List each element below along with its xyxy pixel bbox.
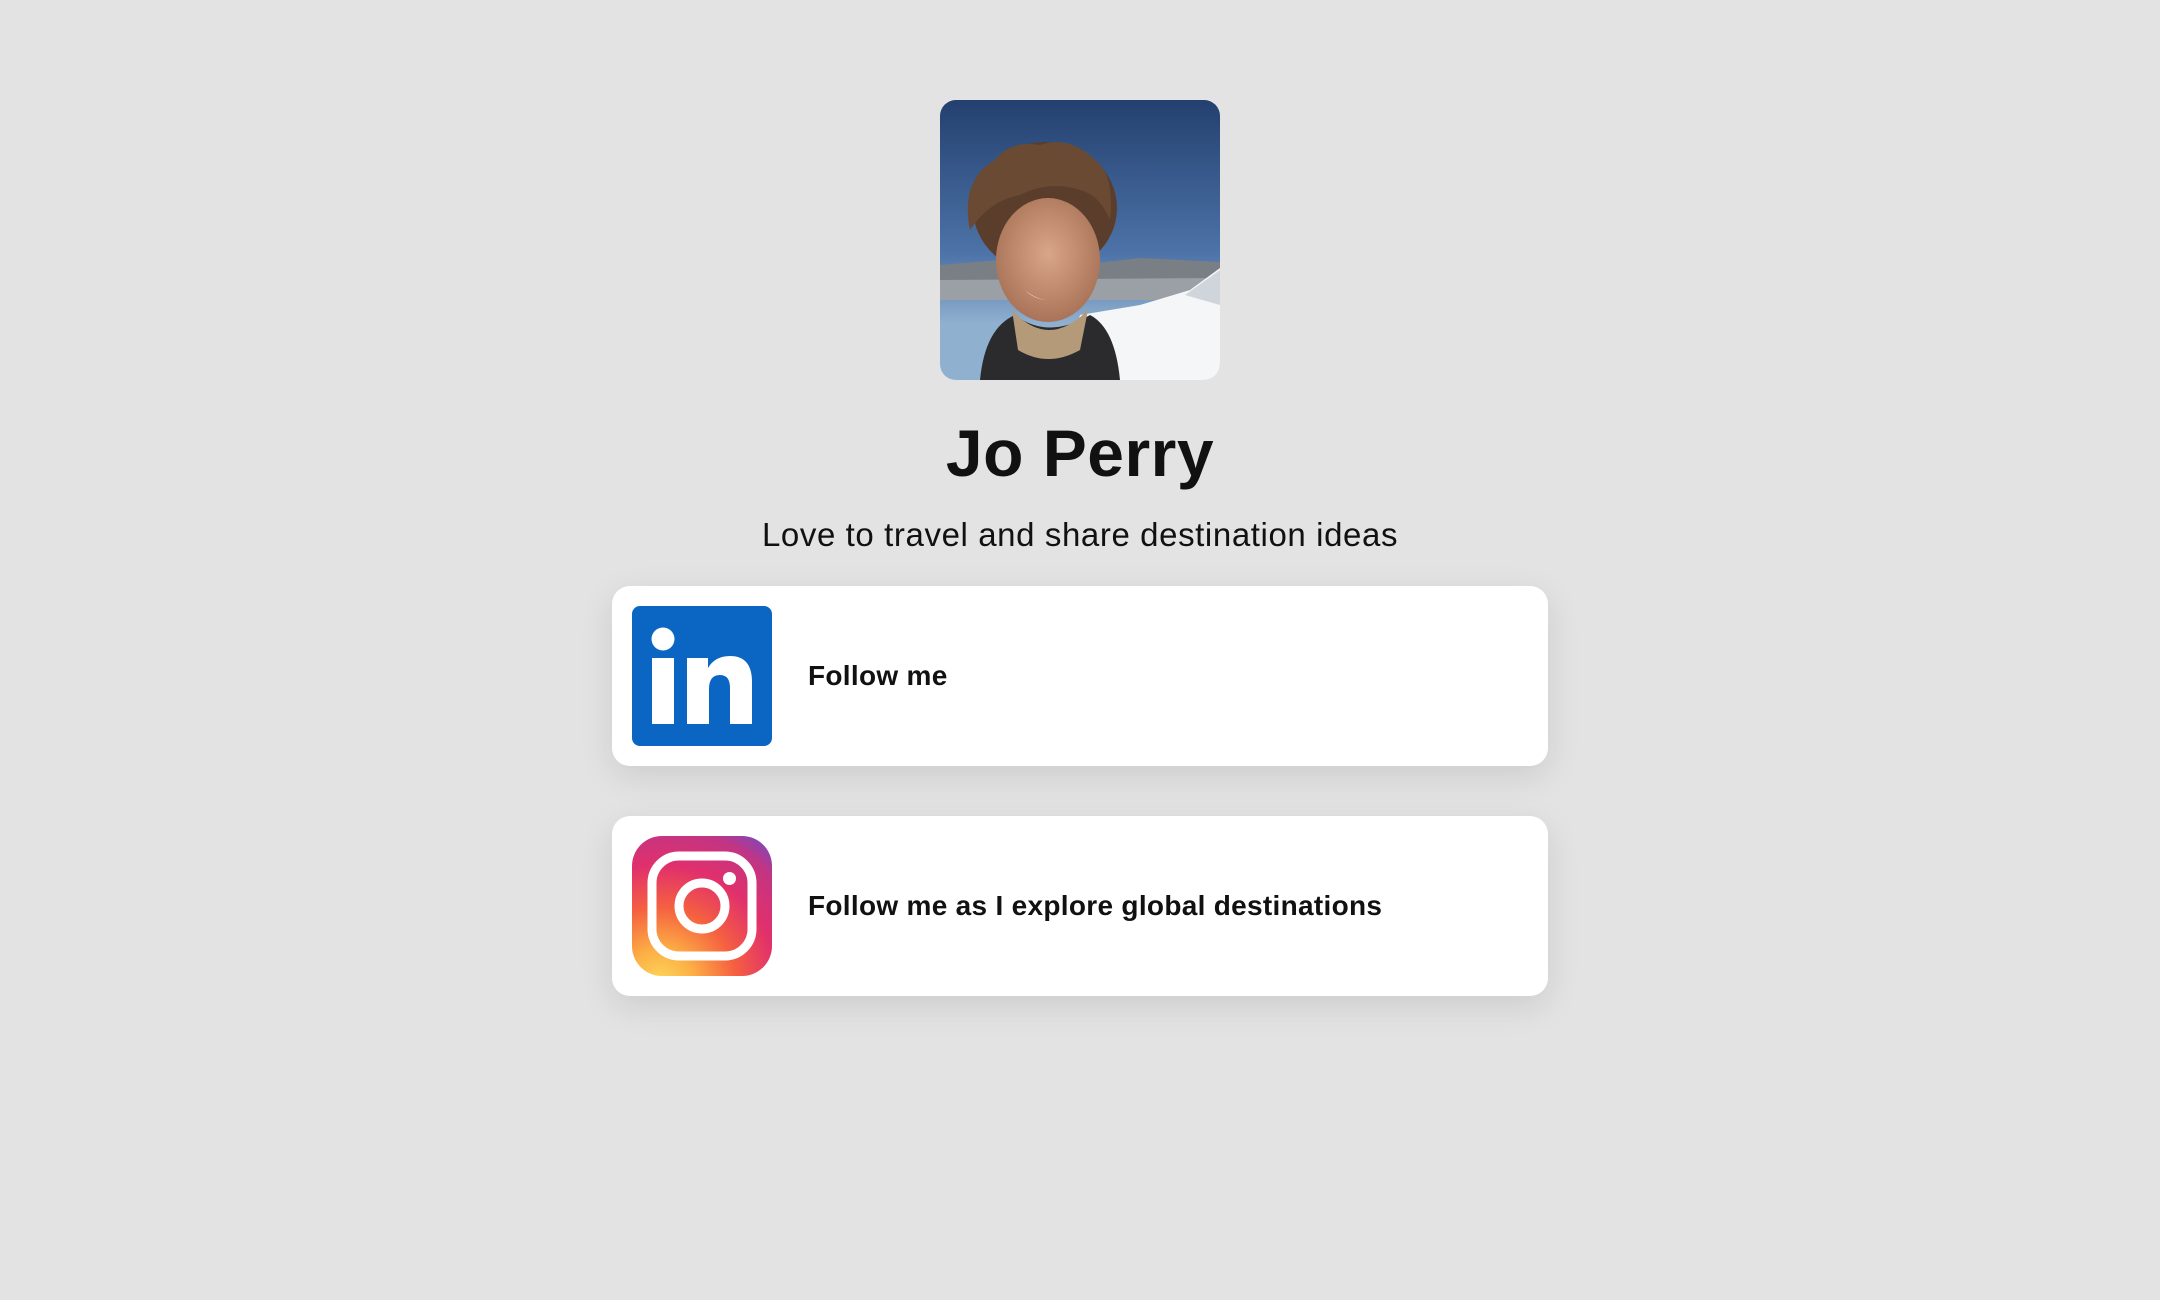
profile-avatar (940, 100, 1220, 380)
instagram-link-label: Follow me as I explore global destinatio… (808, 890, 1383, 921)
instagram-link-button[interactable]: Follow me as I explore global destinatio… (612, 816, 1548, 996)
linkedin-link-label: Follow me (808, 660, 948, 691)
profile-bio: Love to travel and share destination ide… (761, 516, 1399, 553)
profile-photo (940, 100, 1220, 380)
linkedin-icon (632, 606, 772, 746)
profile-name: Jo Perry (945, 416, 1215, 490)
profile-page: Jo Perry Love to travel and share destin… (0, 0, 2160, 1300)
linkedin-link-button[interactable]: Follow me (612, 586, 1548, 766)
instagram-icon (632, 836, 772, 976)
